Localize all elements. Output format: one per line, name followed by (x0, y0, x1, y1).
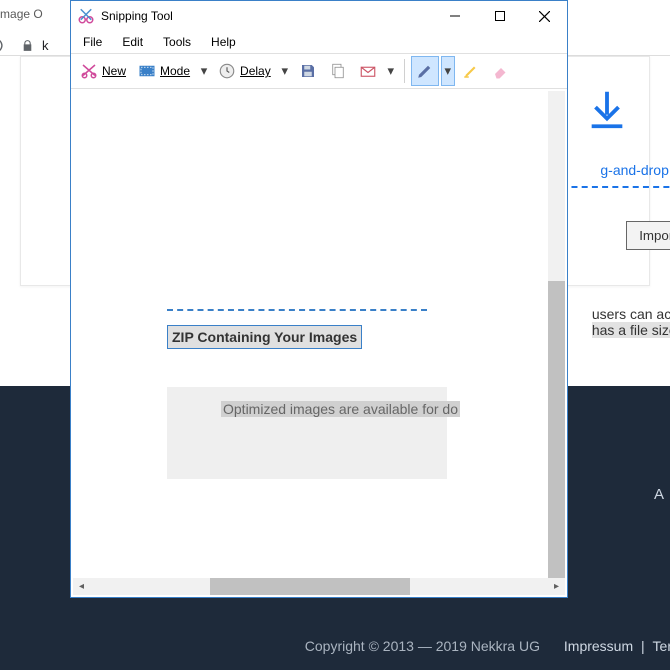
eraser-icon (492, 62, 510, 80)
mail-icon (359, 62, 377, 80)
clock-icon (218, 62, 236, 80)
vertical-scroll-thumb[interactable] (548, 281, 565, 579)
captured-info-box: Optimized images are available for do (167, 387, 447, 479)
floppy-icon (299, 62, 317, 80)
browser-tab[interactable]: nline Image O (0, 0, 80, 29)
close-button[interactable] (522, 1, 567, 31)
save-button[interactable] (294, 56, 322, 86)
delay-button[interactable]: Delay (213, 56, 276, 86)
url-text[interactable]: k (42, 38, 49, 53)
eraser-button[interactable] (487, 56, 515, 86)
download-icon (584, 86, 630, 132)
send-button[interactable] (354, 56, 382, 86)
mode-button[interactable]: Mode (133, 56, 195, 86)
minimize-button[interactable] (432, 1, 477, 31)
mode-dropdown-arrow[interactable]: ▾ (197, 63, 211, 79)
tab-title: nline Image O (0, 7, 43, 21)
lock-icon[interactable] (18, 36, 36, 54)
window-title: Snipping Tool (101, 9, 432, 23)
new-button[interactable]: New (75, 56, 131, 86)
captured-dashed-line (167, 309, 427, 311)
import-button[interactable]: Import (626, 221, 670, 250)
titlebar[interactable]: Snipping Tool (71, 1, 567, 31)
hint-text-2: has a file size lim (592, 322, 670, 338)
footer-link-impressum[interactable]: Impressum (564, 638, 633, 654)
footer-copyright: Copyright © 2013 — 2019 Nekkra UG (305, 638, 540, 654)
drag-drop-text: g-and-drop your (600, 162, 670, 178)
copy-button[interactable] (324, 56, 352, 86)
horizontal-scrollbar[interactable]: ◂ ▸ (73, 578, 565, 595)
capture-canvas[interactable]: ZIP Containing Your Images Optimized ima… (73, 91, 565, 579)
hint-text: users can access has a file size lim (592, 306, 670, 338)
hint-text-1: users can access (592, 306, 670, 322)
scissors-icon (80, 62, 98, 80)
menu-file[interactable]: File (75, 33, 110, 51)
toolbar-divider (404, 59, 405, 83)
menu-edit[interactable]: Edit (114, 33, 151, 51)
app-icon (77, 7, 95, 25)
mode-label: Mode (160, 64, 190, 78)
menubar: File Edit Tools Help (71, 31, 567, 53)
highlighter-icon (462, 62, 480, 80)
hscroll-left-arrow[interactable]: ◂ (73, 578, 90, 595)
copy-icon (329, 62, 347, 80)
menu-tools[interactable]: Tools (155, 33, 199, 51)
toolbar: New Mode ▾ Delay ▾ ▾ ▾ (71, 53, 567, 89)
delay-label: Delay (240, 64, 271, 78)
highlighter-button[interactable] (457, 56, 485, 86)
snipping-tool-window: Snipping Tool File Edit Tools Help New M… (70, 0, 568, 598)
rectangle-icon (138, 62, 156, 80)
pen-icon (416, 62, 434, 80)
hscroll-track[interactable] (90, 578, 548, 595)
maximize-button[interactable] (477, 1, 522, 31)
footer-links: Impressum | Ter (562, 638, 670, 654)
footer-about: A (654, 486, 664, 503)
captured-info-text: Optimized images are available for do (221, 401, 460, 417)
menu-help[interactable]: Help (203, 33, 244, 51)
pen-dropdown-arrow[interactable]: ▾ (441, 56, 455, 86)
footer-link-terms[interactable]: Ter (653, 638, 670, 654)
delay-dropdown-arrow[interactable]: ▾ (278, 63, 292, 79)
captured-zip-heading: ZIP Containing Your Images (167, 325, 362, 349)
new-label: New (102, 64, 126, 78)
footer-sep: | (637, 638, 648, 654)
hscroll-thumb[interactable] (210, 578, 410, 595)
hscroll-right-arrow[interactable]: ▸ (548, 578, 565, 595)
pen-button[interactable] (411, 56, 439, 86)
send-dropdown-arrow[interactable]: ▾ (384, 63, 398, 79)
